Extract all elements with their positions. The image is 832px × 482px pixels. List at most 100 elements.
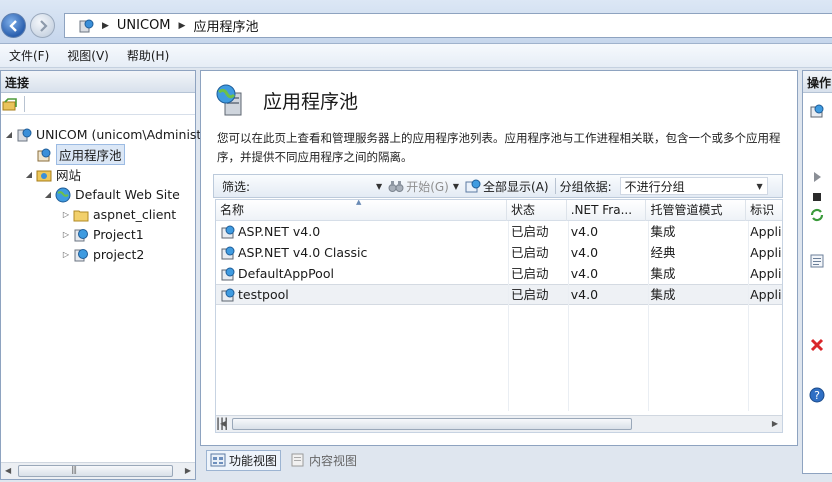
expand-arrow-icon[interactable]: ▷ bbox=[61, 210, 71, 219]
collapse-arrow-icon[interactable]: ◢ bbox=[4, 130, 14, 139]
scroll-right-icon[interactable]: ▶ bbox=[772, 419, 778, 428]
tree-node-project2[interactable]: ▷ project2 bbox=[61, 245, 144, 264]
start-icon[interactable] bbox=[809, 169, 825, 185]
cell-name: ASP.NET v4.0 bbox=[216, 221, 507, 242]
cell-identity: Appli bbox=[750, 287, 782, 302]
app-pool-icon bbox=[221, 225, 235, 238]
cell-pipeline: 集成 bbox=[650, 287, 676, 302]
scroll-left-icon[interactable]: ◀ bbox=[5, 466, 11, 475]
help-icon[interactable]: ? bbox=[809, 387, 825, 403]
pool-name: testpool bbox=[238, 287, 289, 302]
actions-title: 操作 bbox=[803, 71, 832, 93]
toolbar-separator bbox=[24, 95, 25, 112]
table-hscrollbar[interactable]: ◀ ||| ▶ bbox=[216, 415, 782, 432]
stop-icon[interactable] bbox=[809, 189, 825, 205]
tree-node-aspnet-client[interactable]: ▷ aspnet_client bbox=[61, 205, 176, 224]
web-app-icon bbox=[74, 228, 88, 241]
tree-node-default-web-site[interactable]: ◢ Default Web Site bbox=[43, 185, 180, 204]
expand-arrow-icon[interactable]: ▷ bbox=[61, 250, 71, 259]
tree-label: aspnet_client bbox=[93, 207, 177, 222]
table-row[interactable]: ASP.NET v4.0 Classic 已启动 v4.0 经典 Appli bbox=[216, 242, 782, 263]
sort-indicator-icon: ▲ bbox=[356, 199, 362, 206]
cell-pipeline: 集成 bbox=[650, 266, 676, 281]
actions-panel: 操作 ? bbox=[802, 70, 832, 474]
app-pool-icon bbox=[221, 267, 235, 280]
menu-view[interactable]: 视图(V) bbox=[58, 47, 118, 64]
group-by-value: 不进行分组 bbox=[624, 179, 685, 194]
table-header: ▲ 名称 状态 .NET Fra... 托管管道模式 标识 bbox=[216, 200, 782, 221]
column-header-identity[interactable]: 标识 bbox=[746, 200, 782, 221]
app-pools-table: ▲ 名称 状态 .NET Fra... 托管管道模式 标识 ASP.NET v4… bbox=[215, 199, 783, 433]
delete-icon[interactable] bbox=[809, 337, 825, 353]
pool-name: ASP.NET v4.0 Classic bbox=[238, 245, 368, 260]
page-title: 应用程序池 bbox=[263, 90, 359, 113]
show-all-icon bbox=[465, 179, 481, 193]
column-header-pipeline-mode[interactable]: 托管管道模式 bbox=[646, 200, 747, 221]
cell-status: 已启动 bbox=[510, 224, 549, 239]
tree-label: 网站 bbox=[56, 168, 82, 183]
group-by-select[interactable]: 不进行分组 ▼ bbox=[619, 177, 768, 195]
folder-icon bbox=[73, 210, 89, 221]
breadcrumb-separator-icon: ▶ bbox=[102, 20, 109, 31]
start-filter-button[interactable]: 开始(G) bbox=[388, 178, 449, 195]
show-all-label: 全部显示(A) bbox=[483, 179, 549, 194]
add-connection-icon[interactable] bbox=[2, 96, 18, 112]
page-description: 您可以在此页上查看和管理服务器上的应用程序池列表。应用程序池与工作进程相关联，包… bbox=[217, 131, 781, 164]
address-field[interactable]: ▶ UNICOM ▶ 应用程序池 bbox=[64, 13, 832, 38]
filter-dropdown-icon[interactable]: ▼ bbox=[376, 182, 382, 191]
menu-help[interactable]: 帮助(H) bbox=[118, 47, 178, 64]
add-app-pool-icon[interactable] bbox=[809, 103, 825, 119]
scroll-grip-icon: ||| bbox=[71, 465, 77, 474]
scrollbar-thumb[interactable] bbox=[18, 465, 173, 477]
recycle-icon[interactable] bbox=[809, 207, 825, 223]
cell-net-version: v4.0 bbox=[570, 266, 599, 281]
menu-file[interactable]: 文件(F) bbox=[0, 47, 58, 64]
column-header-status[interactable]: 状态 bbox=[507, 200, 567, 221]
web-app-icon bbox=[74, 248, 88, 261]
forward-button[interactable] bbox=[30, 13, 55, 38]
expand-arrow-icon[interactable]: ▷ bbox=[61, 230, 71, 239]
breadcrumb-app-pools[interactable]: 应用程序池 bbox=[193, 16, 258, 35]
connections-tree: ◢ UNICOM (unicom\Administrator) 应用程序池 ◢ … bbox=[1, 115, 237, 453]
cell-identity: Appli bbox=[750, 224, 782, 239]
filter-input[interactable] bbox=[254, 177, 375, 195]
app-pool-icon bbox=[221, 288, 235, 301]
cell-name: DefaultAppPool bbox=[216, 263, 507, 284]
server-icon bbox=[17, 128, 32, 141]
start-label: 开始(G) bbox=[406, 179, 449, 194]
connections-hscrollbar[interactable]: ◀ ||| ▶ bbox=[1, 462, 195, 479]
svg-text:?: ? bbox=[814, 389, 820, 402]
cell-identity: Appli bbox=[750, 245, 782, 260]
cell-net-version: v4.0 bbox=[570, 224, 599, 239]
basic-settings-icon[interactable] bbox=[809, 253, 825, 269]
table-row-selected[interactable]: testpool 已启动 v4.0 集成 Appli bbox=[216, 284, 782, 305]
cell-name: testpool bbox=[216, 284, 507, 305]
breadcrumb-server[interactable]: UNICOM bbox=[117, 18, 171, 33]
back-button[interactable] bbox=[1, 13, 26, 38]
tree-node-sites[interactable]: ◢ 网站 bbox=[24, 165, 81, 184]
tab-features-view[interactable]: 功能视图 bbox=[206, 449, 282, 471]
collapse-arrow-icon[interactable]: ◢ bbox=[43, 190, 53, 199]
scrollbar-thumb[interactable] bbox=[232, 418, 632, 430]
start-dropdown-icon[interactable]: ▼ bbox=[453, 182, 459, 191]
pool-name: ASP.NET v4.0 bbox=[238, 224, 321, 239]
column-header-net-framework[interactable]: .NET Fra... bbox=[567, 200, 647, 221]
tree-node-project1[interactable]: ▷ Project1 bbox=[61, 225, 144, 244]
cell-status: 已启动 bbox=[510, 266, 549, 281]
collapse-arrow-icon[interactable]: ◢ bbox=[24, 170, 34, 179]
table-row[interactable]: DefaultAppPool 已启动 v4.0 集成 Appli bbox=[216, 263, 782, 284]
column-header-name[interactable]: 名称 bbox=[216, 200, 507, 221]
features-view-label: 功能视图 bbox=[229, 453, 278, 468]
table-row[interactable]: ASP.NET v4.0 已启动 v4.0 集成 Appli bbox=[216, 221, 782, 242]
tab-content-view[interactable]: 内容视图 bbox=[287, 451, 360, 470]
show-all-button[interactable]: 全部显示(A) bbox=[465, 178, 549, 195]
app-pool-icon bbox=[216, 84, 242, 116]
tree-label: Default Web Site bbox=[75, 187, 180, 202]
tree-node-app-pools[interactable]: 应用程序池 bbox=[24, 144, 125, 165]
pool-name: DefaultAppPool bbox=[238, 266, 334, 281]
scroll-right-icon[interactable]: ▶ bbox=[185, 466, 191, 475]
cell-pipeline: 经典 bbox=[650, 245, 676, 260]
scroll-left-icon[interactable]: ◀ bbox=[220, 419, 226, 428]
binoculars-icon bbox=[388, 181, 404, 192]
cell-identity: Appli bbox=[750, 266, 782, 281]
